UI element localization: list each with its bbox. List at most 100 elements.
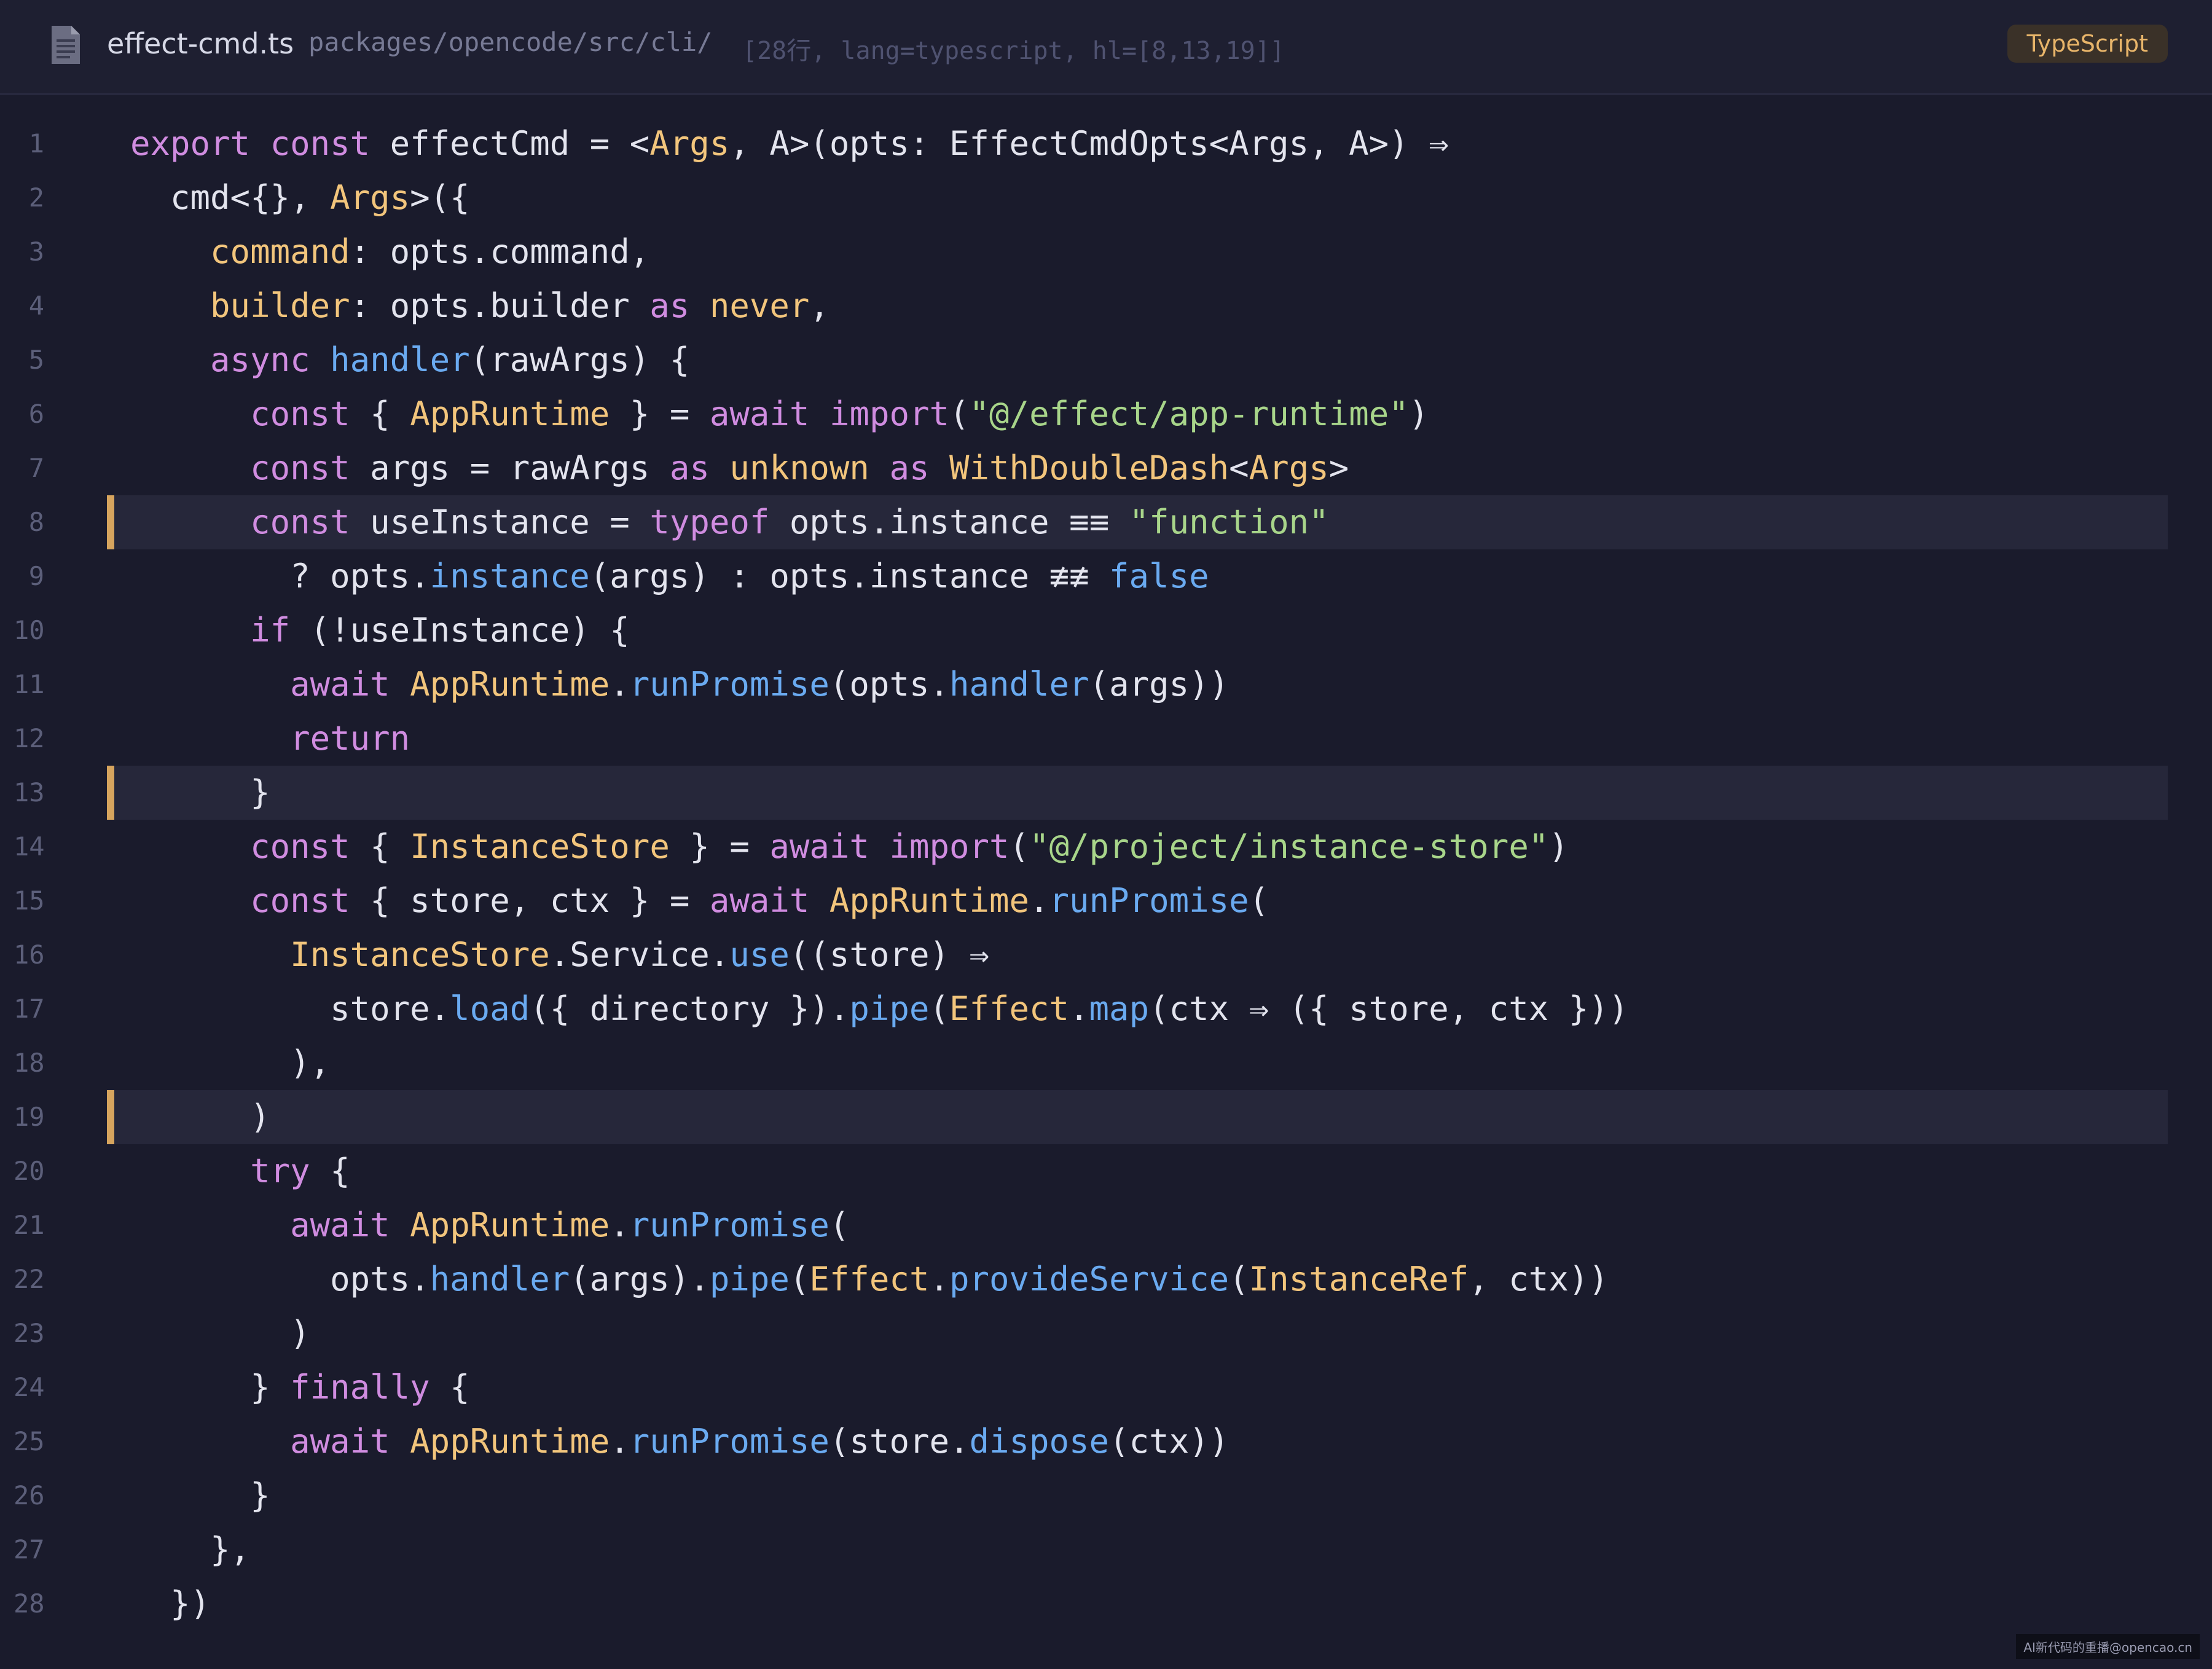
- code-token: args = rawArgs: [350, 449, 670, 487]
- code-token: (ctx ⇒ ({ store, ctx })): [1149, 989, 1629, 1028]
- code-token: (: [829, 1206, 850, 1244]
- code-text: const { store, ctx } = await AppRuntime.…: [130, 874, 1269, 928]
- code-line: 12 return: [0, 712, 2212, 766]
- code-token: await: [709, 881, 810, 920]
- code-token: const: [250, 449, 350, 487]
- code-token: {: [350, 395, 410, 433]
- code-line: 4 builder: opts.builder as never,: [0, 279, 2212, 333]
- code-line: 13 }: [0, 766, 2212, 820]
- code-text: opts.handler(args).pipe(Effect.provideSe…: [130, 1252, 1609, 1306]
- line-number: 1: [28, 128, 44, 159]
- code-token: ({ directory }).: [530, 989, 850, 1028]
- code-token: , ctx)): [1469, 1260, 1609, 1298]
- code-text: store.load({ directory }).pipe(Effect.ma…: [130, 982, 1628, 1036]
- code-token: typeof: [649, 503, 770, 541]
- code-token: provideService: [949, 1260, 1230, 1298]
- line-number: 14: [14, 831, 45, 862]
- line-number: 3: [28, 237, 44, 267]
- code-line: 1 export const effectCmd = <Args, A>(opts…: [0, 117, 2212, 171]
- code-token: } =: [610, 395, 710, 433]
- code-token: (: [1249, 881, 1269, 920]
- file-meta: [28行, lang=typescript, hl=[8,13,19]]: [742, 37, 1285, 65]
- code-line: 24 } finally {: [0, 1361, 2212, 1415]
- code-token: (opts.: [829, 665, 949, 704]
- line-number: 18: [14, 1048, 45, 1078]
- code-token: runPromise: [629, 665, 830, 704]
- code-token: } =: [669, 827, 770, 866]
- code-line: 25 await AppRuntime.runPromise(store.dis…: [0, 1415, 2212, 1469]
- line-number: 19: [14, 1102, 45, 1132]
- line-number: 12: [14, 723, 45, 753]
- code-text: export const effectCmd = <Args, A>(opts:…: [130, 117, 1449, 171]
- line-number: 10: [14, 615, 45, 645]
- file-name: effect-cmd.ts: [107, 27, 294, 60]
- code-line: 28 }): [0, 1577, 2212, 1631]
- code-token: (rawArgs) {: [469, 340, 690, 379]
- code-line: 3 command: opts.command,: [0, 225, 2212, 279]
- code-token: (store.: [829, 1422, 970, 1461]
- code-line: 17 store.load({ directory }).pipe(Effect…: [0, 982, 2212, 1036]
- code-token: InstanceStore: [290, 935, 550, 974]
- code-token: pipe: [709, 1260, 790, 1298]
- code-token: runPromise: [629, 1206, 830, 1244]
- code-token: const: [250, 827, 350, 866]
- code-line: 8 const useInstance = typeof opts.instan…: [0, 495, 2212, 549]
- line-number: 26: [14, 1480, 45, 1510]
- code-token: handler: [949, 665, 1089, 704]
- code-token: await: [769, 827, 869, 866]
- code-text: const { AppRuntime } = await import("@/e…: [130, 387, 1429, 441]
- code-text: try {: [130, 1144, 350, 1198]
- code-line: 10 if (!useInstance) {: [0, 603, 2212, 658]
- code-token: runPromise: [1049, 881, 1249, 920]
- code-token: runPromise: [629, 1422, 830, 1461]
- line-number: 16: [14, 940, 45, 970]
- line-number: 8: [28, 507, 44, 537]
- code-token: (args)): [1089, 665, 1230, 704]
- code-token: instance: [429, 557, 590, 595]
- code-line: 5 async handler(rawArgs) {: [0, 333, 2212, 387]
- code-text: if (!useInstance) {: [130, 603, 630, 658]
- code-text: ),: [130, 1036, 330, 1090]
- code-token: load: [450, 989, 530, 1028]
- code-token: .: [610, 1206, 630, 1244]
- code-token: opts.instance ≡≡: [769, 503, 1129, 541]
- code-token: await: [290, 1206, 390, 1244]
- code-token: .: [610, 1422, 630, 1461]
- code-text: cmd<{}, Args>({: [130, 171, 470, 225]
- code-token: , A>(opts: EffectCmdOpts<Args, A>) ⇒: [729, 124, 1449, 163]
- line-number: 28: [14, 1588, 45, 1619]
- code-token: (args) : opts.instance ≢≢: [589, 557, 1110, 595]
- code-token: effectCmd = <: [390, 124, 650, 163]
- code-token: ): [130, 1314, 310, 1353]
- line-number: 24: [14, 1372, 45, 1402]
- code-token: if: [250, 611, 291, 650]
- code-token: async: [210, 340, 310, 379]
- code-token: as: [649, 286, 690, 325]
- code-token: "function": [1129, 503, 1329, 541]
- code-line: 7 const args = rawArgs as unknown as Wit…: [0, 441, 2212, 495]
- code-line: 9 ? opts.instance(args) : opts.instance …: [0, 549, 2212, 603]
- code-token: .: [929, 1260, 949, 1298]
- code-area: 1 export const effectCmd = <Args, A>(opts…: [0, 117, 2212, 1631]
- code-token: .: [1029, 881, 1049, 920]
- line-number: 17: [14, 994, 45, 1024]
- code-token: >: [1328, 449, 1349, 487]
- code-token: map: [1089, 989, 1150, 1028]
- line-number: 9: [28, 561, 44, 591]
- code-token: }: [130, 773, 270, 812]
- code-text: const { InstanceStore } = await import("…: [130, 820, 1569, 874]
- code-token: dispose: [969, 1422, 1110, 1461]
- file-icon: [52, 26, 80, 64]
- line-number: 21: [14, 1210, 45, 1240]
- code-token: (: [929, 989, 949, 1028]
- code-token: (ctx)): [1109, 1422, 1230, 1461]
- code-token: {: [350, 827, 410, 866]
- code-token: WithDoubleDash: [949, 449, 1230, 487]
- code-text: async handler(rawArgs) {: [130, 333, 689, 387]
- code-text: builder: opts.builder as never,: [130, 279, 830, 333]
